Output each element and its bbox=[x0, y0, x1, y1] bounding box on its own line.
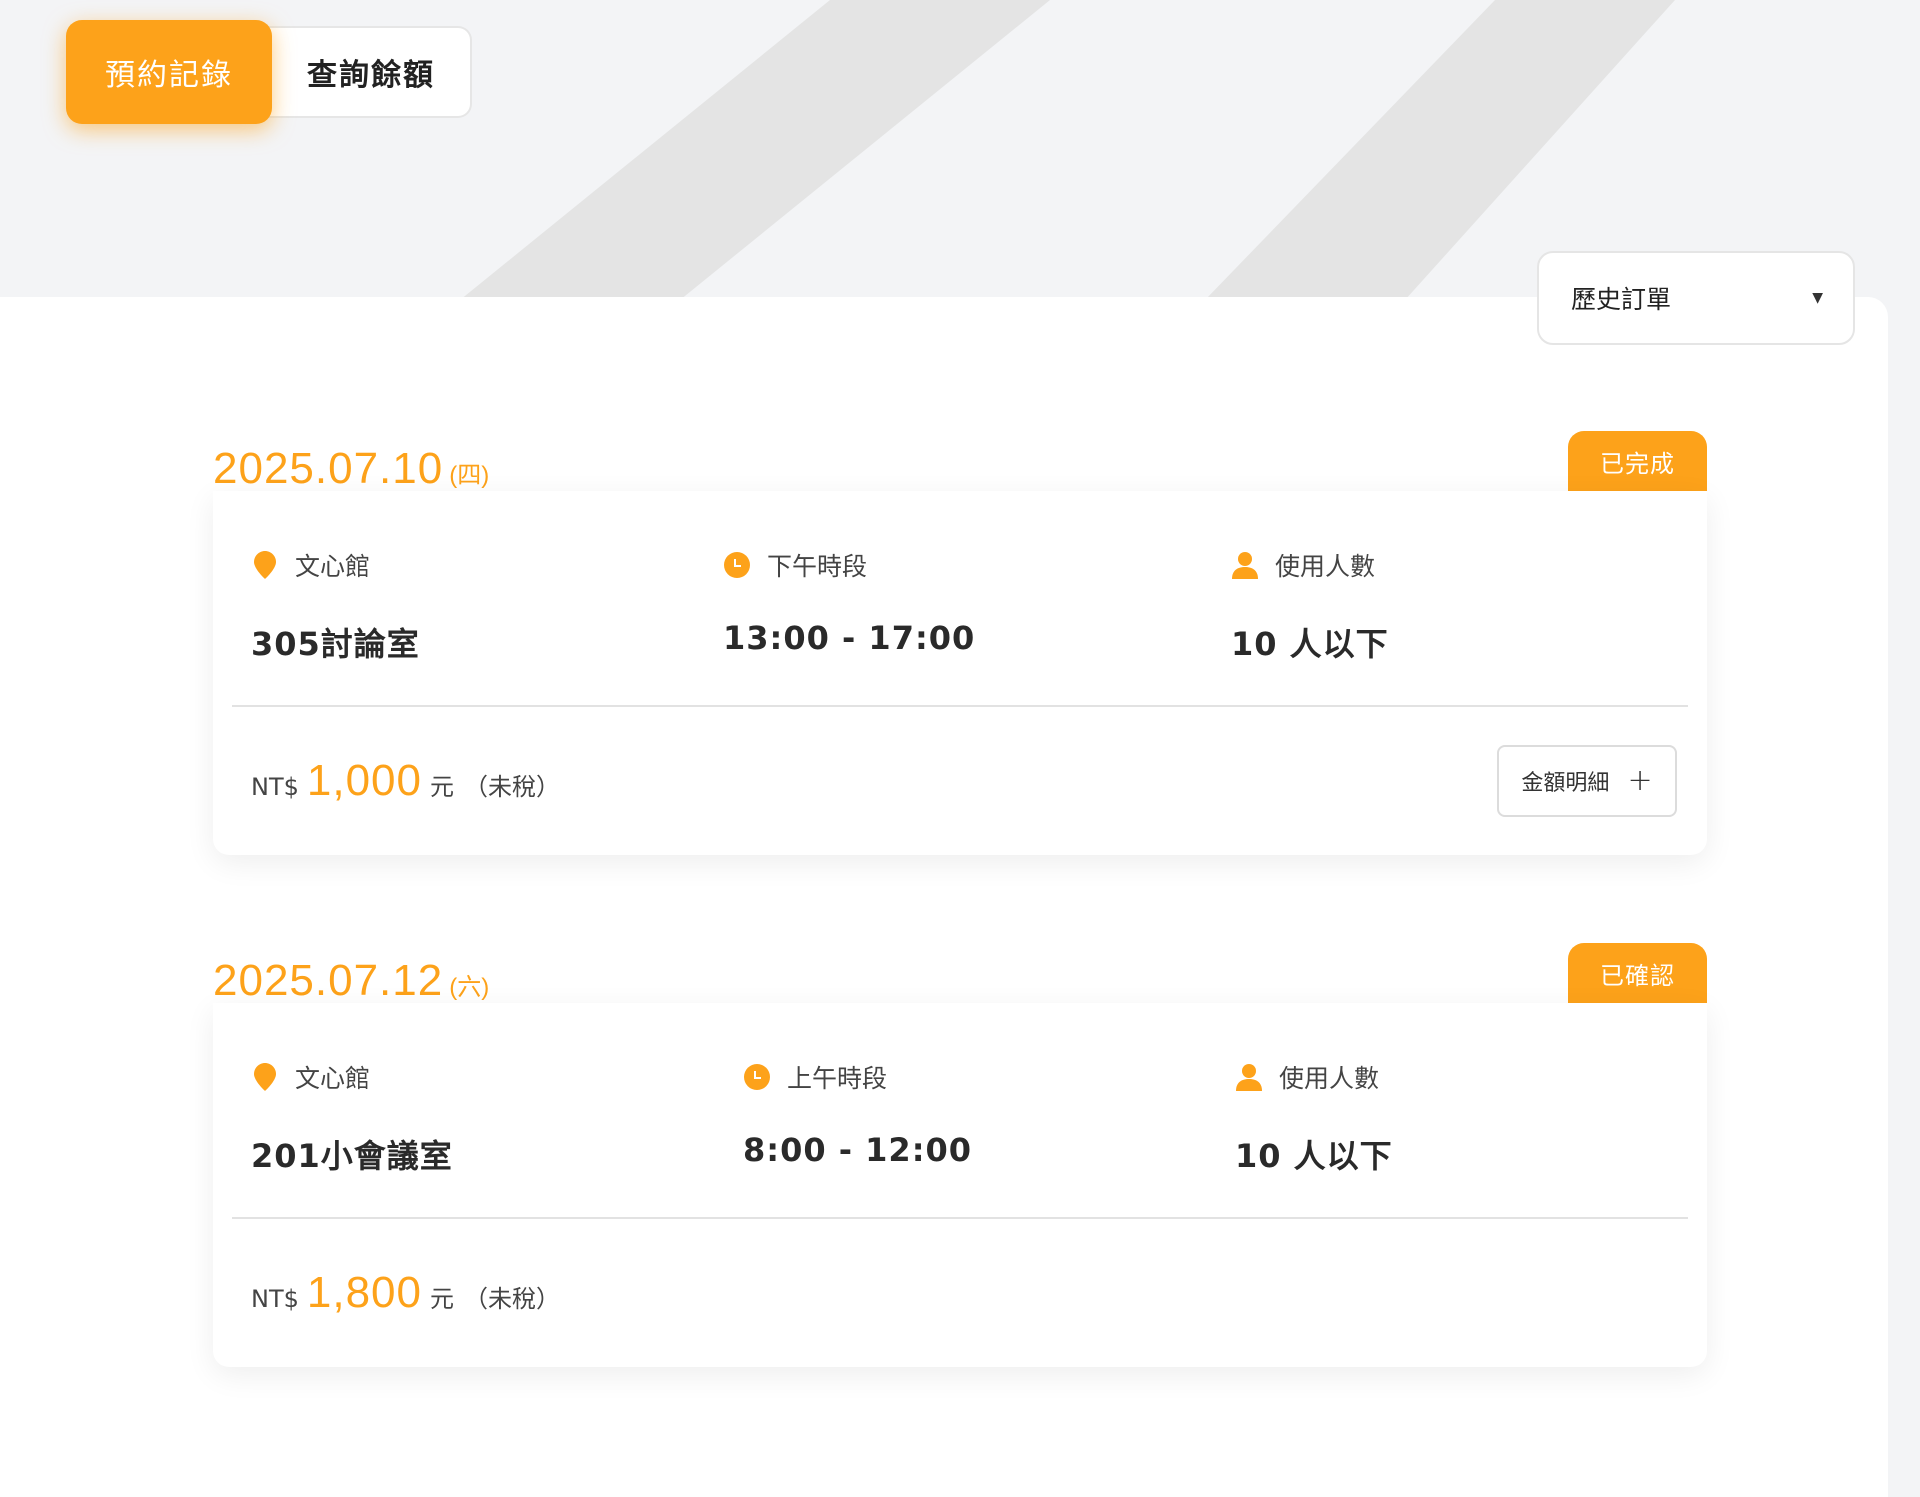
order-header: 2025.07.12 (六) 已確認 bbox=[213, 943, 1707, 1003]
order-date-value: 2025.07.12 bbox=[213, 956, 444, 1005]
venue-label: 文心館 bbox=[295, 1064, 371, 1093]
order-card-1: 2025.07.10 (四) 已完成 文心館 305討論室 下午時段 13:00… bbox=[213, 431, 1707, 855]
order-weekday: (六) bbox=[449, 974, 490, 1001]
price-unit: 元 bbox=[430, 773, 454, 801]
clock-icon bbox=[723, 551, 751, 579]
plus-icon: + bbox=[1627, 763, 1653, 798]
venue-info: 文心館 305討論室 bbox=[251, 549, 723, 705]
people-info: 使用人數 10 人以下 bbox=[1231, 549, 1389, 705]
order-date: 2025.07.12 (六) bbox=[213, 959, 489, 1003]
price-currency: NT$ bbox=[251, 1285, 299, 1313]
venue-label: 文心館 bbox=[295, 552, 371, 581]
room-name: 201小會議室 bbox=[251, 1137, 453, 1175]
order-header: 2025.07.10 (四) 已完成 bbox=[213, 431, 1707, 491]
venue-info: 文心館 201小會議室 bbox=[251, 1061, 743, 1217]
tab-balance-inquiry[interactable]: 查詢餘額 bbox=[252, 26, 472, 118]
tax-note: （未稅） bbox=[464, 1285, 560, 1313]
price-amount: 1,000 bbox=[306, 756, 422, 805]
people-count: 10 人以下 bbox=[1235, 1137, 1393, 1175]
people-info: 使用人數 10 人以下 bbox=[1235, 1061, 1393, 1217]
time-slot-label: 上午時段 bbox=[787, 1064, 888, 1093]
order-date-value: 2025.07.10 bbox=[213, 444, 444, 493]
time-info: 上午時段 8:00 - 12:00 bbox=[743, 1061, 1235, 1217]
price-amount: 1,800 bbox=[306, 1268, 422, 1317]
room-name: 305討論室 bbox=[251, 625, 420, 663]
people-count: 10 人以下 bbox=[1231, 625, 1389, 663]
people-label: 使用人數 bbox=[1275, 552, 1376, 581]
amount-details-label: 金額明細 bbox=[1521, 771, 1610, 796]
time-range: 8:00 - 12:00 bbox=[743, 1131, 973, 1169]
person-icon bbox=[1235, 1063, 1263, 1091]
clock-icon bbox=[743, 1063, 771, 1091]
tab-booking-records[interactable]: 預約記錄 bbox=[66, 20, 272, 124]
order-date: 2025.07.10 (四) bbox=[213, 447, 489, 491]
status-badge: 已完成 bbox=[1568, 431, 1707, 491]
order-weekday: (四) bbox=[449, 462, 490, 489]
order-details: 文心館 201小會議室 上午時段 8:00 - 12:00 使用人數 10 人以… bbox=[213, 1003, 1707, 1367]
people-label: 使用人數 bbox=[1279, 1064, 1380, 1093]
time-range: 13:00 - 17:00 bbox=[723, 619, 976, 657]
price-unit: 元 bbox=[430, 1285, 454, 1313]
order-card-2: 2025.07.12 (六) 已確認 文心館 201小會議室 上午時段 8:00… bbox=[213, 943, 1707, 1367]
order-filter-value: 歷史訂單 bbox=[1571, 285, 1672, 314]
person-icon bbox=[1231, 551, 1259, 579]
time-info: 下午時段 13:00 - 17:00 bbox=[723, 549, 1231, 705]
status-badge: 已確認 bbox=[1568, 943, 1707, 1003]
tax-note: （未稅） bbox=[464, 773, 560, 801]
time-slot-label: 下午時段 bbox=[767, 552, 868, 581]
order-filter-dropdown[interactable]: 歷史訂單 ▼ bbox=[1537, 251, 1855, 345]
price: NT$ 1,800 元 （未稅） bbox=[251, 1268, 560, 1318]
order-details: 文心館 305討論室 下午時段 13:00 - 17:00 使用人數 10 人以… bbox=[213, 491, 1707, 855]
caret-down-icon: ▼ bbox=[1812, 290, 1823, 306]
tab-bar: 預約記錄 查詢餘額 bbox=[66, 20, 472, 124]
amount-details-button[interactable]: 金額明細 + bbox=[1497, 745, 1677, 817]
price: NT$ 1,000 元 （未稅） bbox=[251, 756, 560, 806]
price-currency: NT$ bbox=[251, 773, 299, 801]
location-pin-icon bbox=[251, 1063, 279, 1091]
location-pin-icon bbox=[251, 551, 279, 579]
